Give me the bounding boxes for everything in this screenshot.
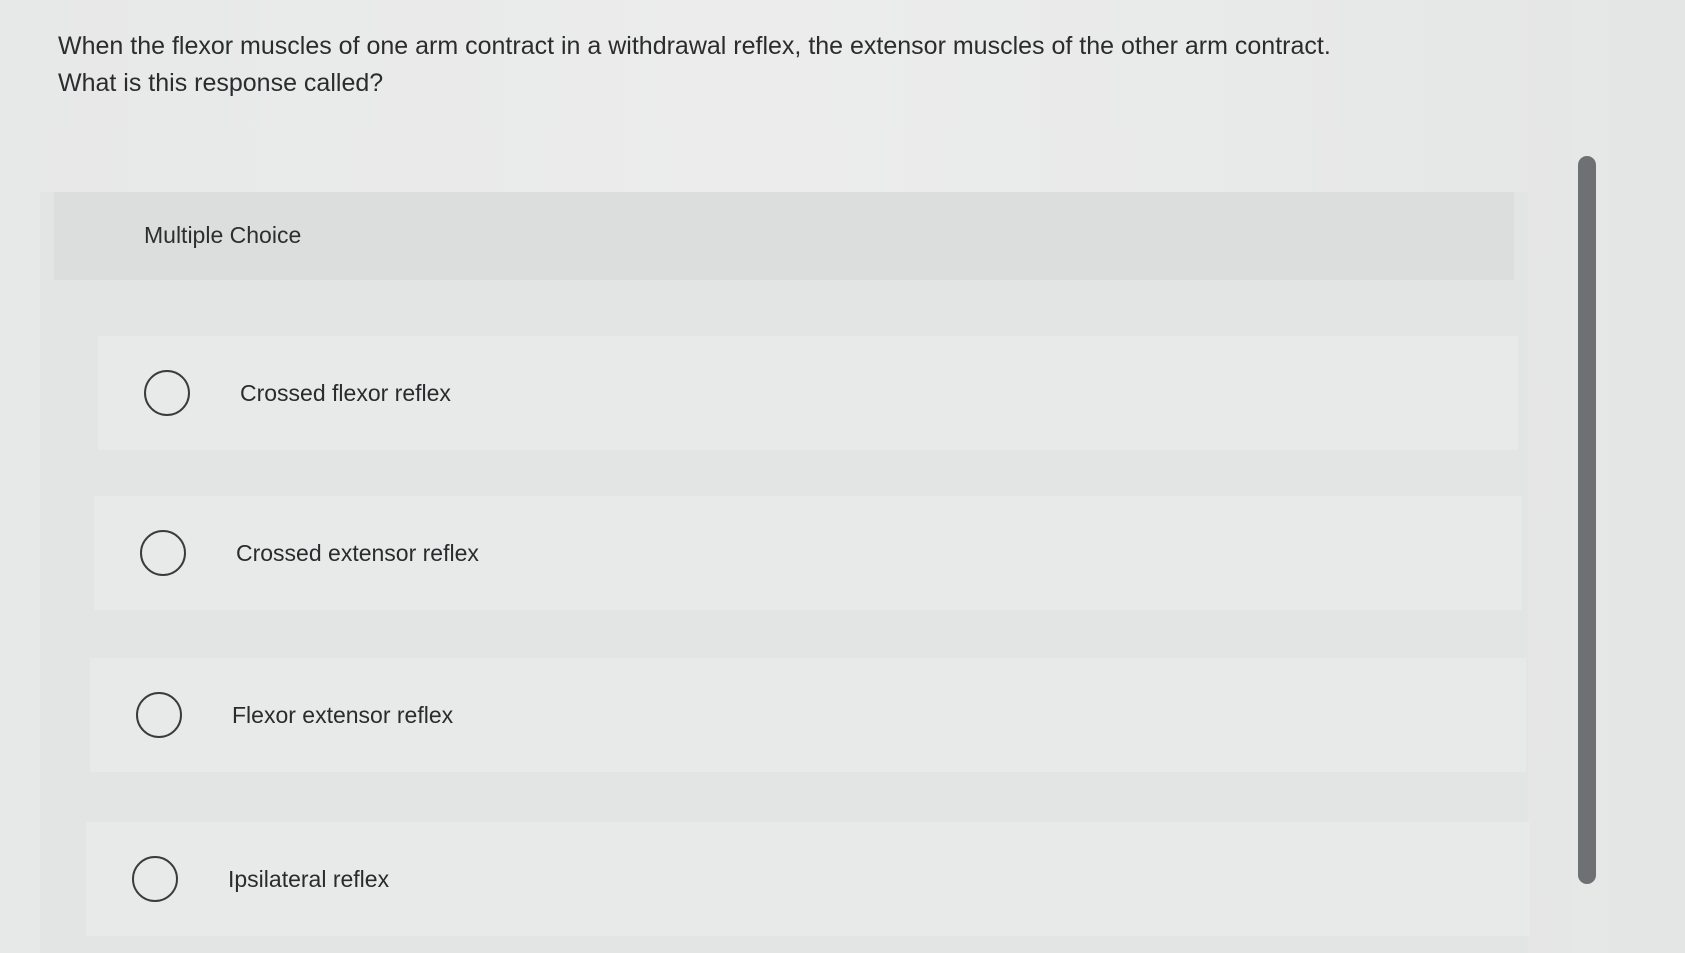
option-label: Ipsilateral reflex	[228, 865, 390, 892]
scrollbar-thumb[interactable]	[1578, 156, 1596, 884]
option-flexor-extensor-reflex[interactable]: Flexor extensor reflex	[90, 658, 1526, 772]
option-crossed-extensor-reflex[interactable]: Crossed extensor reflex	[94, 496, 1522, 610]
option-label: Flexor extensor reflex	[232, 701, 454, 728]
multiple-choice-header: Multiple Choice	[54, 192, 1514, 280]
radio-button-icon[interactable]	[136, 692, 182, 738]
question-text: When the flexor muscles of one arm contr…	[58, 28, 1478, 102]
question-line-2: What is this response called?	[58, 69, 384, 97]
option-label: Crossed extensor reflex	[236, 539, 479, 566]
radio-button-icon[interactable]	[140, 530, 186, 576]
option-crossed-flexor-reflex[interactable]: Crossed flexor reflex	[98, 336, 1518, 450]
quiz-page: When the flexor muscles of one arm contr…	[0, 0, 1685, 953]
right-margin	[1609, 0, 1685, 953]
multiple-choice-panel: Multiple Choice Crossed flexor reflex Cr…	[40, 192, 1530, 953]
option-ipsilateral-reflex[interactable]: Ipsilateral reflex	[86, 822, 1530, 936]
question-line-1: When the flexor muscles of one arm contr…	[58, 32, 1331, 60]
option-label: Crossed flexor reflex	[240, 379, 451, 406]
radio-button-icon[interactable]	[144, 370, 190, 416]
multiple-choice-label: Multiple Choice	[144, 222, 302, 248]
radio-button-icon[interactable]	[132, 856, 178, 902]
